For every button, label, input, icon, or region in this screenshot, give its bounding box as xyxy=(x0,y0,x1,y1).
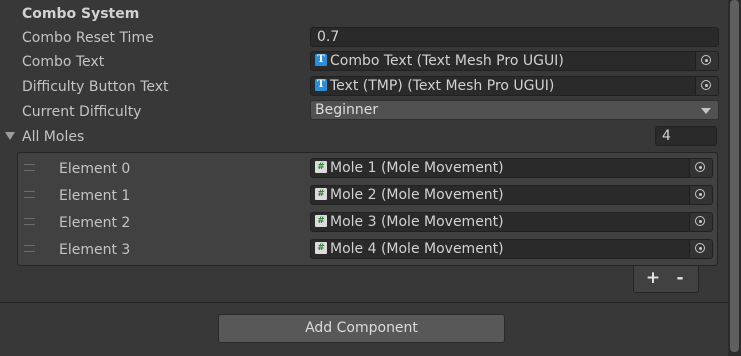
element-2-value: Mole 3 (Mole Movement) xyxy=(330,214,504,230)
element-3-object-field[interactable]: # Mole 4 (Mole Movement) xyxy=(310,239,713,259)
drag-handle-icon[interactable] xyxy=(24,218,35,225)
script-icon: # xyxy=(315,161,327,173)
scrollbar-thumb[interactable] xyxy=(730,0,739,352)
combo-reset-time-label: Combo Reset Time xyxy=(22,30,154,46)
element-1-value: Mole 2 (Mole Movement) xyxy=(330,187,504,203)
difficulty-button-text-label: Difficulty Button Text xyxy=(22,79,169,95)
divider xyxy=(0,302,728,303)
all-moles-size-field[interactable]: 4 xyxy=(655,126,717,146)
add-element-button[interactable]: + xyxy=(640,268,666,288)
object-picker-button[interactable] xyxy=(689,240,712,258)
combo-text-object-field[interactable]: T Combo Text (Text Mesh Pro UGUI) xyxy=(310,51,719,71)
element-2-object-field[interactable]: # Mole 3 (Mole Movement) xyxy=(310,212,713,232)
element-0-label: Element 0 xyxy=(59,161,131,177)
element-1-object-field[interactable]: # Mole 2 (Mole Movement) xyxy=(310,185,713,205)
list-footer: + - xyxy=(633,266,699,293)
script-icon: # xyxy=(315,188,327,200)
element-3-label: Element 3 xyxy=(59,242,131,258)
difficulty-button-text-object-field[interactable]: T Text (TMP) (Text Mesh Pro UGUI) xyxy=(310,76,719,96)
drag-handle-icon[interactable] xyxy=(24,164,35,171)
chevron-down-icon xyxy=(701,108,711,114)
element-2-label: Element 2 xyxy=(59,215,131,231)
textmeshpro-icon: T xyxy=(315,79,327,91)
section-title: Combo System xyxy=(22,6,140,22)
current-difficulty-dropdown[interactable]: Beginner xyxy=(310,100,719,120)
all-moles-label[interactable]: All Moles xyxy=(22,127,84,147)
remove-element-button[interactable]: - xyxy=(667,268,693,288)
textmeshpro-icon: T xyxy=(315,54,327,66)
add-component-button[interactable]: Add Component xyxy=(218,314,505,343)
difficulty-button-text-value: Text (TMP) (Text Mesh Pro UGUI) xyxy=(330,78,555,94)
object-picker-button[interactable] xyxy=(695,52,718,70)
combo-text-value: Combo Text (Text Mesh Pro UGUI) xyxy=(330,53,564,69)
script-icon: # xyxy=(315,242,327,254)
foldout-arrow-icon[interactable] xyxy=(5,132,15,140)
script-icon: # xyxy=(315,215,327,227)
combo-reset-time-field[interactable]: 0.7 xyxy=(310,27,719,47)
object-picker-button[interactable] xyxy=(689,213,712,231)
element-3-value: Mole 4 (Mole Movement) xyxy=(330,241,504,257)
element-0-object-field[interactable]: # Mole 1 (Mole Movement) xyxy=(310,158,713,178)
drag-handle-icon[interactable] xyxy=(24,245,35,252)
current-difficulty-value: Beginner xyxy=(315,102,379,118)
element-1-label: Element 1 xyxy=(59,188,131,204)
combo-text-label: Combo Text xyxy=(22,54,105,70)
object-picker-button[interactable] xyxy=(695,77,718,95)
object-picker-button[interactable] xyxy=(689,159,712,177)
element-0-value: Mole 1 (Mole Movement) xyxy=(330,160,504,176)
drag-handle-icon[interactable] xyxy=(24,191,35,198)
object-picker-button[interactable] xyxy=(689,186,712,204)
current-difficulty-label: Current Difficulty xyxy=(22,104,142,120)
